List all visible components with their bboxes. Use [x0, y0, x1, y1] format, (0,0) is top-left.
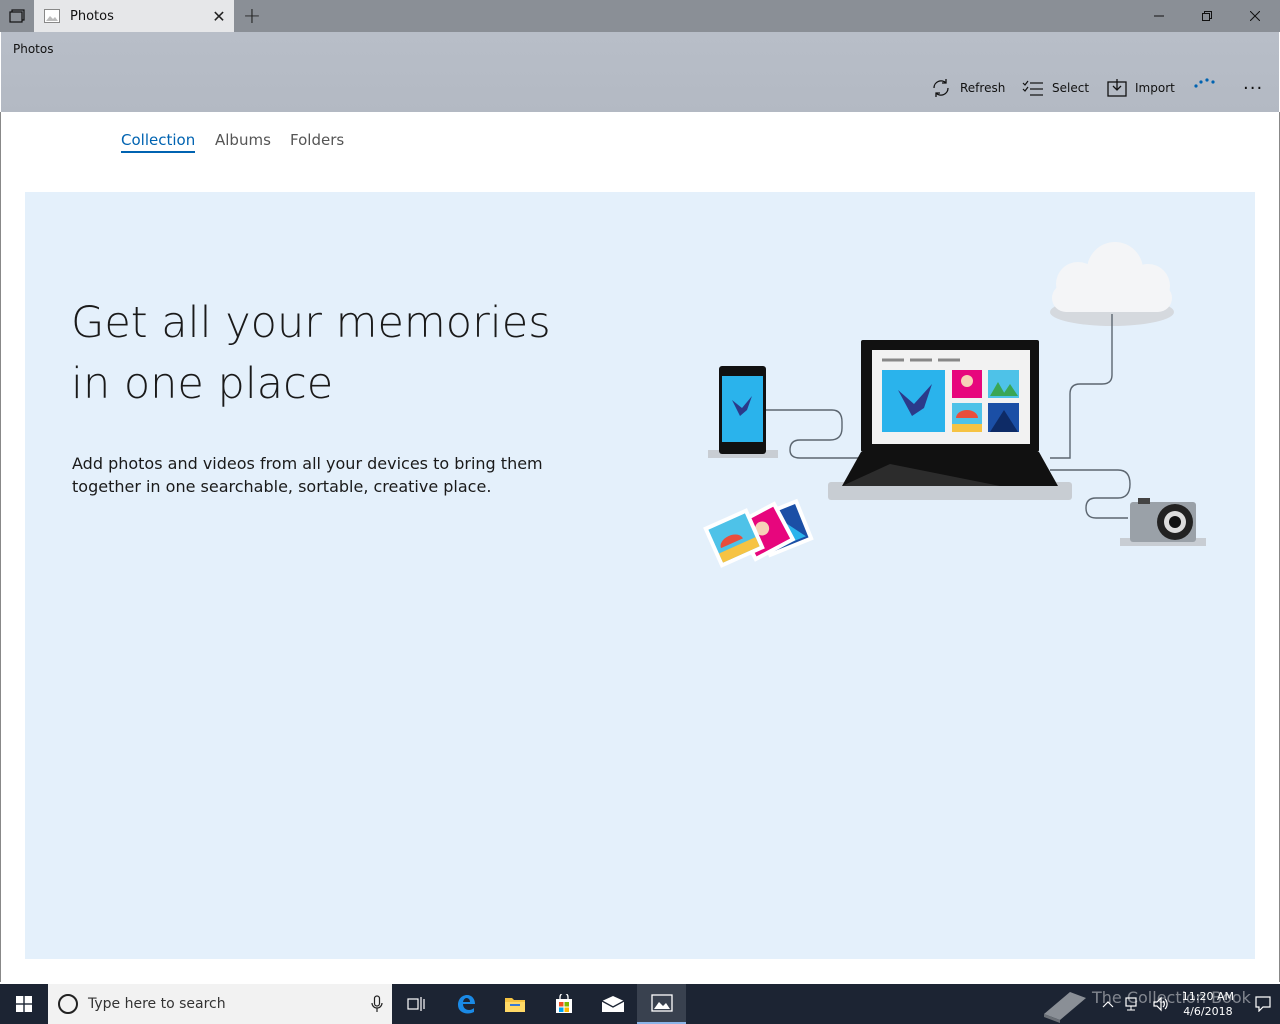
phone-icon: [708, 366, 778, 458]
task-view-icon: [406, 997, 425, 1011]
refresh-label: Refresh: [960, 81, 1006, 95]
microphone-icon: [371, 995, 383, 1012]
tab-collection[interactable]: Collection: [121, 131, 196, 153]
edge-icon: [457, 995, 475, 1014]
minimize-button[interactable]: [1136, 0, 1182, 32]
new-tab-button[interactable]: +: [238, 0, 266, 32]
select-label: Select: [1052, 81, 1090, 95]
mail-button[interactable]: [588, 984, 637, 1024]
store-icon: [555, 994, 572, 1013]
task-view-button[interactable]: [392, 984, 441, 1024]
app-header: Photos Refresh Select Import ···: [1, 32, 1279, 112]
photos-icon: [650, 994, 673, 1012]
hero-subtext: Add photos and videos from all your devi…: [72, 454, 543, 496]
photos-tab[interactable]: Photos ✕: [34, 0, 234, 32]
app-title: Photos: [13, 42, 54, 56]
import-button[interactable]: Import: [1107, 76, 1175, 100]
import-label: Import: [1135, 81, 1175, 95]
photos-pile-icon: [703, 498, 814, 568]
laptop-icon: [828, 340, 1072, 500]
book-logo-icon: [1043, 992, 1086, 1023]
store-button[interactable]: [539, 984, 588, 1024]
tab-folders[interactable]: Folders: [290, 131, 344, 151]
taskbar: Type here to search 11:20 AM 4/6/2018 Th…: [0, 984, 1280, 1024]
close-tab-button[interactable]: ✕: [204, 0, 234, 32]
watermark-text: The Collection Book: [1092, 988, 1251, 1007]
photos-taskbar-button[interactable]: [637, 984, 686, 1024]
tab-title: Photos: [70, 8, 114, 24]
tab-albums[interactable]: Albums: [215, 131, 271, 151]
devices-illustration: [703, 242, 1206, 568]
microphone-button[interactable]: [362, 995, 392, 1013]
cloud-icon: [1050, 242, 1174, 326]
loading-spinner-icon: [1194, 78, 1215, 88]
taskbar-search[interactable]: Type here to search: [48, 984, 392, 1024]
title-bar: Photos ✕ +: [0, 0, 1280, 32]
import-icon: [1107, 79, 1127, 97]
select-button[interactable]: Select: [1022, 76, 1089, 100]
restore-icon: [1202, 11, 1212, 21]
tab-overview-button[interactable]: [0, 0, 34, 32]
select-icon: [1022, 80, 1043, 96]
minimize-icon: [1154, 15, 1164, 17]
mail-icon: [601, 996, 624, 1012]
windows-logo-icon: [16, 996, 32, 1012]
file-explorer-button[interactable]: [490, 984, 539, 1024]
action-center-button[interactable]: [1246, 984, 1280, 1024]
hero-headline: Get all your memories in one place: [71, 298, 551, 409]
edge-button[interactable]: [441, 984, 490, 1024]
refresh-icon: [933, 79, 949, 97]
pivot-nav: Collection Albums Folders: [0, 112, 1280, 192]
close-window-button[interactable]: [1232, 0, 1278, 32]
photos-app-icon: [44, 9, 60, 23]
refresh-button[interactable]: Refresh: [930, 76, 1005, 100]
start-button[interactable]: [0, 984, 48, 1024]
tab-overview-icon: [9, 9, 25, 23]
camera-icon: [1120, 498, 1206, 546]
cortana-icon: [58, 994, 78, 1014]
search-placeholder: Type here to search: [88, 996, 226, 1012]
more-options-button[interactable]: ···: [1243, 78, 1263, 99]
notification-icon: [1255, 996, 1271, 1012]
close-icon: [1250, 11, 1260, 21]
restore-button[interactable]: [1184, 0, 1230, 32]
folder-icon: [504, 998, 525, 1012]
